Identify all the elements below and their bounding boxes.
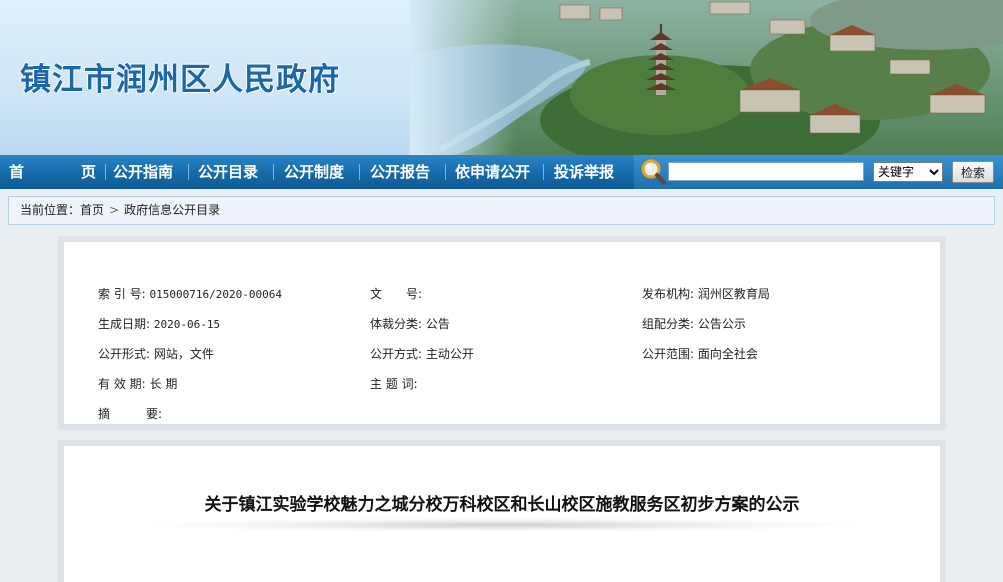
meta-label: 有 效 期: bbox=[98, 377, 146, 391]
title-divider bbox=[134, 518, 870, 532]
meta-validity: 有 效 期: 长 期 bbox=[98, 376, 177, 392]
meta-label: 生成日期: bbox=[98, 317, 151, 331]
meta-label: 主 题 词: bbox=[370, 377, 418, 391]
nav-item-apply-disclosure[interactable]: 依申请公开 bbox=[455, 155, 530, 189]
search-input[interactable] bbox=[668, 162, 864, 181]
meta-value: 公告 bbox=[425, 317, 450, 331]
document-title: 关于镇江实验学校魅力之城分校万科校区和长山校区施教服务区初步方案的公示 bbox=[204, 495, 800, 515]
meta-label: 文 号: bbox=[370, 287, 423, 301]
metadata-card: 索 引 号: 015000716/2020-00064 文 号: 发布机构: 润… bbox=[64, 242, 940, 424]
nav-divider bbox=[543, 164, 544, 180]
meta-label: 组配分类: bbox=[642, 317, 695, 331]
meta-value: 长 期 bbox=[149, 377, 178, 391]
document-card: 关于镇江实验学校魅力之城分校万科校区和长山校区施教服务区初步方案的公示 bbox=[64, 446, 940, 582]
nav-item-disclosure-catalog[interactable]: 公开目录 bbox=[198, 155, 258, 189]
meta-label: 公开范围: bbox=[642, 347, 695, 361]
site-title: 镇江市润州区人民政府 bbox=[20, 62, 340, 98]
magnifier-icon bbox=[641, 159, 666, 185]
meta-index-number: 索 引 号: 015000716/2020-00064 bbox=[98, 286, 282, 302]
breadcrumb-prefix: 当前位置： bbox=[20, 203, 81, 217]
meta-label: 体裁分类: bbox=[370, 317, 423, 331]
nav-divider bbox=[188, 164, 189, 180]
meta-created-date: 生成日期: 2020-06-15 bbox=[98, 316, 220, 332]
meta-value: 2020-06-15 bbox=[153, 318, 221, 331]
nav-divider bbox=[105, 164, 106, 180]
nav-home-first-char[interactable]: 首 bbox=[9, 155, 24, 189]
breadcrumb-home-link[interactable]: 首页 bbox=[80, 203, 104, 217]
meta-label: 摘 要: bbox=[98, 407, 163, 421]
meta-value: 润州区教育局 bbox=[697, 287, 770, 301]
nav-divider bbox=[359, 164, 360, 180]
nav-divider bbox=[273, 164, 274, 180]
meta-label: 索 引 号: bbox=[98, 287, 146, 301]
meta-disclosure-scope: 公开范围: 面向全社会 bbox=[642, 346, 758, 362]
meta-value: 面向全社会 bbox=[697, 347, 758, 361]
nav-item-disclosure-guide[interactable]: 公开指南 bbox=[113, 155, 173, 189]
nav-item-disclosure-report[interactable]: 公开报告 bbox=[370, 155, 430, 189]
meta-value: 主动公开 bbox=[425, 347, 474, 361]
meta-disclosure-form: 公开形式: 网站，文件 bbox=[98, 346, 214, 362]
search-button[interactable]: 检索 bbox=[952, 161, 994, 183]
meta-disclosure-method: 公开方式: 主动公开 bbox=[370, 346, 474, 362]
meta-publisher: 发布机构: 润州区教育局 bbox=[642, 286, 770, 302]
meta-label: 公开形式: bbox=[98, 347, 151, 361]
meta-value: 公告公示 bbox=[697, 317, 746, 331]
document-panel: 关于镇江实验学校魅力之城分校万科校区和长山校区施教服务区初步方案的公示 bbox=[58, 440, 946, 582]
city-aerial-photo bbox=[410, 0, 1003, 155]
nav-divider bbox=[445, 164, 446, 180]
metadata-panel: 索 引 号: 015000716/2020-00064 文 号: 发布机构: 润… bbox=[58, 236, 946, 430]
meta-group: 组配分类: 公告公示 bbox=[642, 316, 746, 332]
meta-document-number: 文 号: bbox=[370, 286, 426, 302]
header-banner: 镇江市润州区人民政府 bbox=[0, 0, 1003, 155]
meta-abstract: 摘 要: bbox=[98, 406, 166, 422]
breadcrumb: 当前位置：首页 > 政府信息公开目录 bbox=[8, 196, 995, 225]
nav-item-complaint-report[interactable]: 投诉举报 bbox=[554, 155, 614, 189]
search-type-select[interactable]: 关键字 bbox=[873, 162, 943, 182]
breadcrumb-current[interactable]: 政府信息公开目录 bbox=[124, 203, 220, 217]
nav-item-disclosure-system[interactable]: 公开制度 bbox=[284, 155, 344, 189]
meta-value: 015000716/2020-00064 bbox=[149, 288, 282, 301]
meta-value: 网站，文件 bbox=[153, 347, 214, 361]
breadcrumb-separator: > bbox=[109, 203, 120, 217]
meta-genre: 体裁分类: 公告 bbox=[370, 316, 450, 332]
nav-home-second-char[interactable]: 页 bbox=[81, 155, 96, 189]
meta-keywords: 主 题 词: bbox=[370, 376, 422, 392]
meta-label: 公开方式: bbox=[370, 347, 423, 361]
meta-label: 发布机构: bbox=[642, 287, 695, 301]
